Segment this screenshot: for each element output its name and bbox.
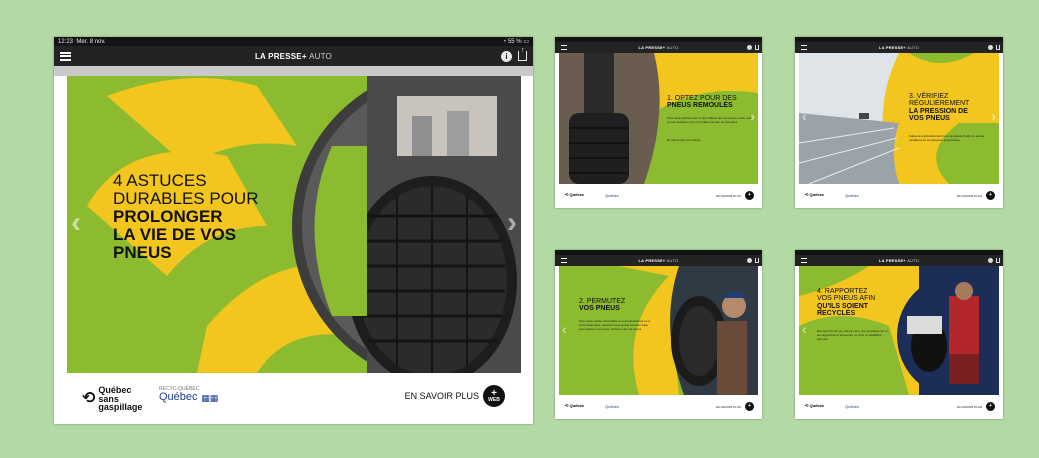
status-bar: 12:23 Mer. 8 nov. ◔ 55 % ▭ bbox=[54, 37, 533, 46]
recyc-quebec-logo: Québec bbox=[845, 404, 860, 409]
recycle-arrows-icon: ⟲ bbox=[82, 390, 96, 408]
info-icon[interactable] bbox=[988, 258, 993, 263]
slide-1-note[interactable]: En savoir plus sur l'étude bbox=[667, 138, 753, 143]
app-bar: LA PRESSE+ AUTO bbox=[555, 255, 762, 266]
prev-slide-arrow[interactable]: ‹ bbox=[802, 108, 807, 124]
share-icon[interactable] bbox=[755, 258, 759, 263]
app-bar: LA PRESSE+ AUTO i ↑ bbox=[54, 46, 533, 66]
thumb-footer: ⟲ Québec Québec EN SAVOIR PLUS + bbox=[795, 184, 1003, 208]
app-brand: LA PRESSE+ AUTO bbox=[878, 45, 919, 50]
slide-3-body: Faites-le particulièrement lors de grand… bbox=[909, 134, 985, 142]
app-bar: LA PRESSE+ AUTO bbox=[795, 42, 1003, 53]
main-footer: ⟲ Québec sans gaspillage RECYC-QUÉBEC Québe… bbox=[54, 373, 533, 424]
web-plus-icon: + bbox=[986, 402, 995, 411]
info-icon[interactable] bbox=[747, 45, 752, 50]
thumb-slide-3[interactable]: ‹ › 3. VÉRIFIEZ RÉGULIÈREMENT LA PRESSIO… bbox=[799, 53, 999, 184]
recyc-quebec-logo: Québec bbox=[605, 404, 620, 409]
slide-2-headline: 2. PERMUTEZ VOS PNEUS bbox=[579, 298, 626, 313]
web-plus-icon: + bbox=[745, 402, 754, 411]
top-band bbox=[54, 66, 533, 76]
app-bar: LA PRESSE+ AUTO bbox=[795, 255, 1003, 266]
web-plus-icon: + bbox=[745, 191, 754, 200]
main-slide[interactable]: ‹ › 4 ASTUCES DURABLES POUR PROLONGER LA… bbox=[67, 76, 521, 373]
next-slide-arrow[interactable]: › bbox=[507, 206, 517, 240]
recyc-quebec-logo: RECYC-QUÉBEC Québec ▦▦ bbox=[159, 386, 219, 403]
app-brand: LA PRESSE+ AUTO bbox=[638, 45, 679, 50]
en-savoir-plus-button[interactable]: EN SAVOIR PLUS + WEB bbox=[405, 385, 505, 407]
thumb-footer: ⟲ Québec Québec EN SAVOIR PLUS + bbox=[555, 395, 762, 419]
share-icon[interactable] bbox=[755, 45, 759, 50]
app-brand: LA PRESSE+ AUTO bbox=[638, 258, 679, 263]
thumb-footer: ⟲ Québec Québec EN SAVOIR PLUS + bbox=[795, 395, 1003, 419]
slide-4-headline: 4. RAPPORTEZ VOS PNEUS AFIN QU'ILS SOIEN… bbox=[817, 288, 876, 318]
thumb-slide-2[interactable]: ‹ 2. PERMUTEZ VOS PNEUS Pour vous confie… bbox=[559, 266, 758, 395]
status-time: 12:23 bbox=[58, 38, 74, 45]
thumb-slide-4[interactable]: ‹ 4. RAPPORTEZ VOS PNEUS AFIN QU'ILS SOI… bbox=[799, 266, 999, 395]
en-savoir-plus-button[interactable]: EN SAVOIR PLUS + bbox=[716, 402, 754, 411]
thumb-slide-2-frame: LA PRESSE+ AUTO ‹ 2. PERMUTEZ VOS PNEUS … bbox=[555, 250, 762, 419]
info-icon[interactable]: i bbox=[501, 50, 512, 62]
app-brand: LA PRESSE+ AUTO bbox=[878, 258, 919, 263]
en-savoir-plus-button[interactable]: EN SAVOIR PLUS + bbox=[957, 191, 995, 200]
slide-2-body: Pour vous confier cette tâche à un profe… bbox=[579, 319, 650, 331]
prev-slide-arrow[interactable]: ‹ bbox=[802, 321, 807, 337]
status-date: Mer. 8 nov. bbox=[76, 38, 106, 45]
slide-1-body: Sont aussi performants et plus fiables q… bbox=[667, 116, 752, 124]
thumb-slide-1-frame: LA PRESSE+ AUTO › 1. OPTEZ POUR DES PNEU… bbox=[555, 37, 762, 208]
thumb-footer: ⟲ Québec Québec EN SAVOIR PLUS + bbox=[555, 184, 762, 208]
status-battery: ◔ 55 % ▭ bbox=[502, 39, 529, 45]
info-icon[interactable] bbox=[988, 45, 993, 50]
slide-1-headline: 1. OPTEZ POUR DES PNEUS REMOULÉS bbox=[667, 95, 737, 110]
app-bar: LA PRESSE+ AUTO bbox=[555, 42, 762, 53]
share-icon[interactable] bbox=[996, 258, 1000, 263]
info-icon[interactable] bbox=[747, 258, 752, 263]
share-icon[interactable] bbox=[996, 45, 1000, 50]
quebec-sans-gaspillage-logo: ⟲ Québec bbox=[805, 192, 825, 197]
recyc-quebec-logo: Québec bbox=[845, 193, 860, 198]
slide-3-headline: 3. VÉRIFIEZ RÉGULIÈREMENT LA PRESSION DE… bbox=[909, 93, 970, 123]
en-savoir-plus-button[interactable]: EN SAVOIR PLUS + bbox=[716, 191, 754, 200]
main-headline: 4 ASTUCES DURABLES POUR PROLONGER LA VIE… bbox=[113, 171, 259, 263]
thumb-slide-4-frame: LA PRESSE+ AUTO ‹ 4. RAPPORTEZ VOS PNEUS… bbox=[795, 250, 1003, 419]
web-plus-icon: + WEB bbox=[483, 385, 505, 407]
prev-slide-arrow[interactable]: ‹ bbox=[71, 206, 81, 240]
thumb-slide-3-frame: LA PRESSE+ AUTO ‹ › 3. VÉRIFIEZ RÉGULIÈR… bbox=[795, 37, 1003, 208]
quebec-sans-gaspillage-logo: ⟲ Québec bbox=[805, 403, 825, 408]
quebec-flag-icon: ▦▦ bbox=[201, 392, 219, 403]
prev-slide-arrow[interactable]: ‹ bbox=[562, 321, 567, 337]
slide-4-body: Dès leurs fin de vie, donnez leur une de… bbox=[817, 329, 889, 341]
thumb-slide-1[interactable]: › 1. OPTEZ POUR DES PNEUS REMOULÉS Sont … bbox=[559, 53, 758, 184]
main-tablet-frame: 12:23 Mer. 8 nov. ◔ 55 % ▭ LA PRESSE+ AU… bbox=[54, 37, 533, 424]
share-icon[interactable]: ↑ bbox=[518, 47, 527, 61]
quebec-sans-gaspillage-logo: ⟲ Québec sans gaspillage bbox=[82, 385, 143, 413]
web-plus-icon: + bbox=[986, 191, 995, 200]
quebec-sans-gaspillage-logo: ⟲ Québec bbox=[565, 192, 585, 197]
app-brand: LA PRESSE+ AUTO bbox=[254, 51, 333, 61]
quebec-sans-gaspillage-logo: ⟲ Québec bbox=[565, 403, 585, 408]
recyc-quebec-logo: Québec bbox=[605, 193, 620, 198]
en-savoir-plus-button[interactable]: EN SAVOIR PLUS + bbox=[957, 402, 995, 411]
